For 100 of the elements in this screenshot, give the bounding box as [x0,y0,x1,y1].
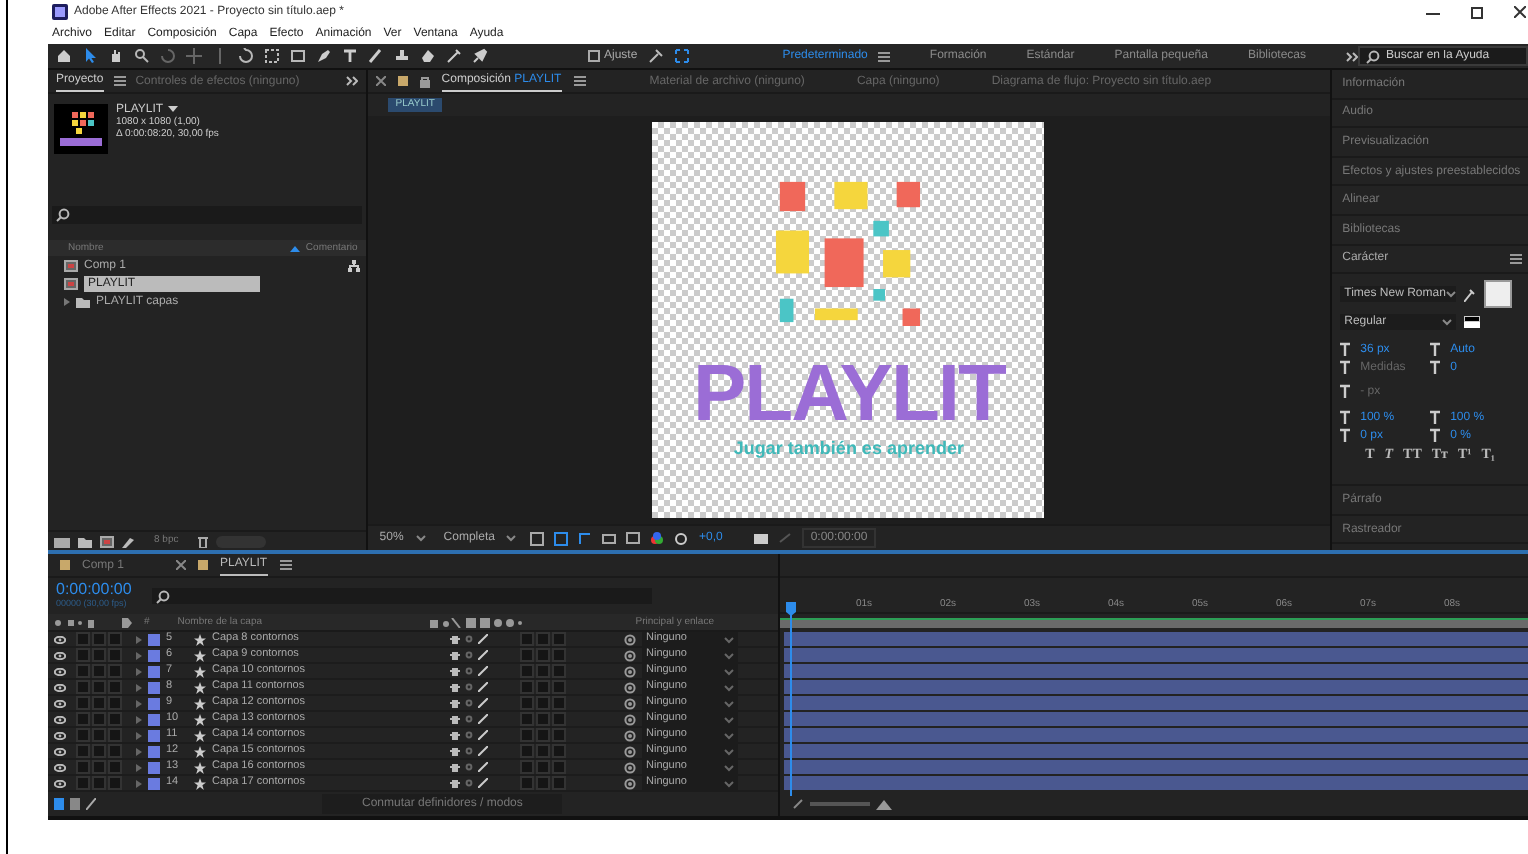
channel-icon[interactable] [650,531,665,545]
eraser-icon[interactable] [420,48,436,64]
sort-icon[interactable] [289,245,300,251]
switch-cell[interactable] [520,632,534,646]
more-icon[interactable] [345,76,358,86]
switch-cell[interactable] [520,744,534,758]
home-icon[interactable] [56,48,72,64]
switch-cell[interactable] [552,664,566,678]
shy-icon[interactable] [450,778,460,788]
pointer-icon[interactable] [82,48,98,64]
stroke-color-swatch-icon[interactable] [1464,316,1481,329]
switch-cell[interactable] [520,712,534,726]
search-field[interactable] [52,206,362,224]
switch-cell[interactable] [552,760,566,774]
switch-cell[interactable] [536,632,550,646]
switch-cell[interactable] [92,776,106,790]
switch-cell[interactable] [520,760,534,774]
pen-icon[interactable] [316,48,332,64]
eye-icon[interactable] [54,731,66,739]
snap-icon[interactable] [647,48,664,64]
switch-cell[interactable] [520,776,534,790]
menu-icon[interactable] [113,76,126,86]
switch-cell[interactable] [92,760,106,774]
interpret-footage-icon[interactable] [54,535,70,547]
switch-cell[interactable] [92,664,106,678]
eye-icon[interactable] [54,635,66,643]
lock-icon[interactable] [419,75,430,87]
switch-cell[interactable] [552,632,566,646]
eye-icon[interactable] [54,651,66,659]
switch-cell[interactable] [520,664,534,678]
switch-cell[interactable] [92,696,106,710]
switch-cell[interactable] [76,744,90,758]
switch-cell[interactable] [76,760,90,774]
menu-icon[interactable] [573,76,586,86]
brush-icon[interactable] [368,48,384,64]
switch-cell[interactable] [92,728,106,742]
dropdown-icon[interactable] [167,106,178,114]
switch-cell[interactable] [108,648,122,662]
shy-icon[interactable] [450,730,460,740]
switch-cell[interactable] [552,776,566,790]
switch-cell[interactable] [108,728,122,742]
switch-cell[interactable] [536,728,550,742]
switch-cell[interactable] [76,648,90,662]
shy-icon[interactable] [450,698,460,708]
eye-icon[interactable] [54,699,66,707]
switch-cell[interactable] [536,712,550,726]
eyedropper-icon[interactable] [1464,287,1477,302]
eye-icon[interactable] [54,715,66,723]
eye-icon[interactable] [54,747,66,755]
switch-cell[interactable] [76,776,90,790]
switch-cell[interactable] [520,680,534,694]
switch-cell[interactable] [108,744,122,758]
expand-icon[interactable] [64,297,70,305]
switch-cell[interactable] [108,776,122,790]
switch-cell[interactable] [92,744,106,758]
switch-cell[interactable] [552,728,566,742]
shy-icon[interactable] [450,714,460,724]
switch-cell[interactable] [92,632,106,646]
menu-icon[interactable] [279,560,292,570]
switch-cell[interactable] [536,744,550,758]
switch-cell[interactable] [92,648,106,662]
shy-icon[interactable] [450,666,460,676]
mask-icon[interactable] [578,531,593,545]
zoom-out-icon[interactable] [792,798,804,810]
switch-cell[interactable] [92,712,106,726]
fill-color-swatch-icon[interactable] [1484,280,1513,309]
switch-cell[interactable] [520,648,534,662]
transparency-grid-icon[interactable] [554,531,569,545]
switch-cell[interactable] [536,776,550,790]
trash-icon[interactable] [198,535,209,547]
switch-cell[interactable] [552,680,566,694]
switch-cell[interactable] [108,632,122,646]
layer-switches-icon[interactable] [54,798,64,810]
shy-icon[interactable] [450,650,460,660]
hand-icon[interactable] [108,48,124,64]
region-icon[interactable] [602,531,617,545]
eye-icon[interactable] [54,779,66,787]
zoom-icon[interactable] [134,48,150,64]
guides-icon[interactable] [626,531,641,545]
switch-cell[interactable] [108,664,122,678]
switch-cell[interactable] [76,632,90,646]
switch-cell[interactable] [76,664,90,678]
eye-icon[interactable] [54,683,66,691]
close-icon[interactable] [1514,6,1526,18]
switch-cell[interactable] [536,664,550,678]
switch-cell[interactable] [552,744,566,758]
fast-previews-icon[interactable] [530,531,545,545]
switch-cell[interactable] [536,680,550,694]
switch-cell[interactable] [108,680,122,694]
pin-icon[interactable] [472,48,488,64]
move-icon[interactable] [186,48,202,64]
current-time[interactable]: 0:00:00:00 [56,582,132,599]
rotate-icon[interactable] [238,48,254,64]
switch-cell[interactable] [92,680,106,694]
eye-icon[interactable] [54,667,66,675]
exposure-icon[interactable] [674,531,689,545]
switch-cell[interactable] [520,696,534,710]
switch-cell[interactable] [76,696,90,710]
switch-cell[interactable] [76,728,90,742]
switch-cell[interactable] [76,680,90,694]
